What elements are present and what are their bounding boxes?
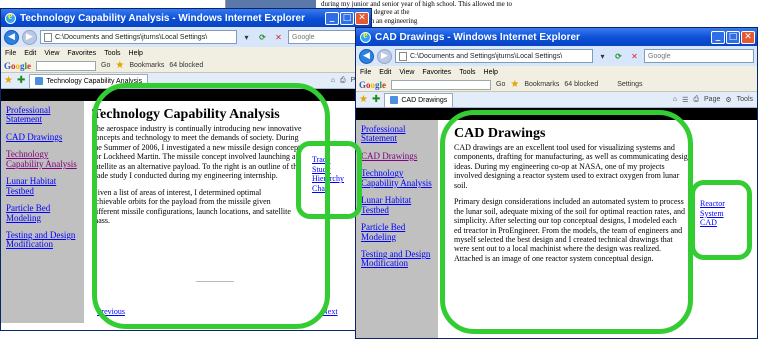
nav-technology-capability[interactable]: Technology Capability Analysis <box>6 150 81 169</box>
favorites-bar: ★ ✚ CAD Drawings ⌂ ☰ ⎙ Page ⚙ Tools <box>356 92 757 108</box>
nav-testing-design[interactable]: Testing and Design Modification <box>361 249 435 269</box>
nav-cad-drawings[interactable]: CAD Drawings <box>6 132 81 142</box>
menu-help[interactable]: Help <box>484 69 498 76</box>
menu-view[interactable]: View <box>44 50 59 57</box>
address-input[interactable]: C:\Documents and Settings\jturns\Local S… <box>40 30 237 44</box>
nav-professional-statement[interactable]: Professional Statement <box>6 105 81 125</box>
feeds-icon[interactable]: ☰ <box>682 96 688 104</box>
maximize-button[interactable]: □ <box>340 11 354 25</box>
popup-blocked-button[interactable]: 64 blocked <box>564 81 598 88</box>
close-button[interactable]: ✕ <box>355 11 369 25</box>
nav-testing-design[interactable]: Testing and Design Modification <box>6 230 81 250</box>
side-navigation: Professional Statement CAD Drawings Tech… <box>1 101 84 323</box>
highlight-ring-technology-content <box>92 83 330 329</box>
bookmark-star-icon: ★ <box>115 60 125 71</box>
nav-particle-bed[interactable]: Particle Bed Modeling <box>361 222 435 242</box>
dropdown-chevron-icon[interactable]: ▾ <box>240 31 253 44</box>
menu-help[interactable]: Help <box>129 50 143 57</box>
page-icon <box>44 32 52 42</box>
google-toolbar: Google Go ★ Bookmarks 64 blocked Setting… <box>356 78 757 92</box>
browser-tab[interactable]: CAD Drawings <box>384 92 454 107</box>
menu-favorites[interactable]: Favorites <box>67 50 96 57</box>
title-bar[interactable]: CAD Drawings - Windows Internet Explorer… <box>356 28 757 46</box>
back-button[interactable]: ◀ <box>4 29 19 45</box>
menu-file[interactable]: File <box>360 69 371 76</box>
stop-icon[interactable]: ✕ <box>628 50 641 63</box>
address-bar-row: ◀ ▶ C:\Documents and Settings\jturns\Loc… <box>356 46 757 66</box>
add-favorite-icon[interactable]: ✚ <box>372 94 380 105</box>
page-icon <box>399 51 407 61</box>
nav-technology-capability[interactable]: Technology Capability Analysis <box>361 169 435 188</box>
menu-tools[interactable]: Tools <box>459 69 475 76</box>
bookmarks-button[interactable]: Bookmarks <box>524 81 559 88</box>
back-button[interactable]: ◀ <box>359 48 374 64</box>
print-icon[interactable]: ⎙ <box>693 96 699 104</box>
side-navigation: Professional Statement CAD Drawings Tech… <box>356 120 438 338</box>
title-bar[interactable]: Technology Capability Analysis - Windows… <box>1 9 371 27</box>
google-logo: Google <box>359 79 387 90</box>
tab-page-icon <box>35 77 44 85</box>
settings-button[interactable]: Settings <box>617 81 642 88</box>
menu-edit[interactable]: Edit <box>24 50 36 57</box>
nav-lunar-habitat[interactable]: Lunar Habitat Testbed <box>361 195 435 215</box>
refresh-icon[interactable]: ⟳ <box>256 31 269 44</box>
highlight-ring-trade-study-link <box>296 141 362 219</box>
nav-professional-statement[interactable]: Professional Statement <box>361 124 435 144</box>
nav-particle-bed[interactable]: Particle Bed Modeling <box>6 203 81 223</box>
minimize-button[interactable]: _ <box>711 30 725 44</box>
dropdown-chevron-icon[interactable]: ▾ <box>596 50 609 63</box>
google-go-button[interactable]: Go <box>101 62 110 69</box>
search-input[interactable]: Google <box>644 49 754 63</box>
favorites-star-icon[interactable]: ★ <box>4 75 13 86</box>
gear-icon[interactable]: ⚙ <box>725 96 731 104</box>
favorites-star-icon[interactable]: ★ <box>359 94 368 105</box>
stop-icon[interactable]: ✕ <box>272 31 285 44</box>
nav-lunar-habitat[interactable]: Lunar Habitat Testbed <box>6 176 81 196</box>
forward-button[interactable]: ▶ <box>377 48 392 64</box>
maximize-button[interactable]: □ <box>726 30 740 44</box>
tools-menu[interactable]: Tools <box>737 96 753 104</box>
minimize-button[interactable]: _ <box>325 11 339 25</box>
highlight-ring-cad-content <box>440 110 693 334</box>
print-icon[interactable]: ⎙ <box>340 77 346 85</box>
bookmark-star-icon: ★ <box>510 79 520 90</box>
home-icon[interactable]: ⌂ <box>331 77 335 85</box>
tab-page-icon <box>390 96 399 104</box>
menu-favorites[interactable]: Favorites <box>422 69 451 76</box>
nav-cad-drawings[interactable]: CAD Drawings <box>361 151 435 161</box>
address-input[interactable]: C:\Documents and Settings\jturns\Local S… <box>395 49 593 63</box>
google-search-input[interactable] <box>391 79 492 90</box>
ie-logo-icon <box>5 11 16 24</box>
menu-tools[interactable]: Tools <box>104 50 120 57</box>
ie-logo-icon <box>360 30 371 43</box>
highlight-ring-reactor-link <box>690 180 752 260</box>
forward-button[interactable]: ▶ <box>22 29 37 45</box>
menu-file[interactable]: File <box>5 50 16 57</box>
window-title: Technology Capability Analysis - Windows… <box>20 12 305 24</box>
close-button[interactable]: ✕ <box>741 30 755 44</box>
menu-view[interactable]: View <box>399 69 414 76</box>
home-icon[interactable]: ⌂ <box>673 96 677 104</box>
google-go-button[interactable]: Go <box>496 81 505 88</box>
page-menu[interactable]: Page <box>704 96 720 104</box>
refresh-icon[interactable]: ⟳ <box>612 50 625 63</box>
popup-blocked-button[interactable]: 64 blocked <box>169 62 203 69</box>
google-toolbar: Google Go ★ Bookmarks 64 blocked <box>1 59 371 73</box>
menu-bar: File Edit View Favorites Tools Help <box>356 66 757 78</box>
bookmarks-button[interactable]: Bookmarks <box>129 62 164 69</box>
address-bar-row: ◀ ▶ C:\Documents and Settings\jturns\Loc… <box>1 27 371 47</box>
window-title: CAD Drawings - Windows Internet Explorer <box>375 31 580 43</box>
add-favorite-icon[interactable]: ✚ <box>17 75 25 86</box>
google-logo: Google <box>4 60 32 71</box>
menu-edit[interactable]: Edit <box>379 69 391 76</box>
menu-bar: File Edit View Favorites Tools Help <box>1 47 371 59</box>
google-search-input[interactable] <box>36 60 97 71</box>
